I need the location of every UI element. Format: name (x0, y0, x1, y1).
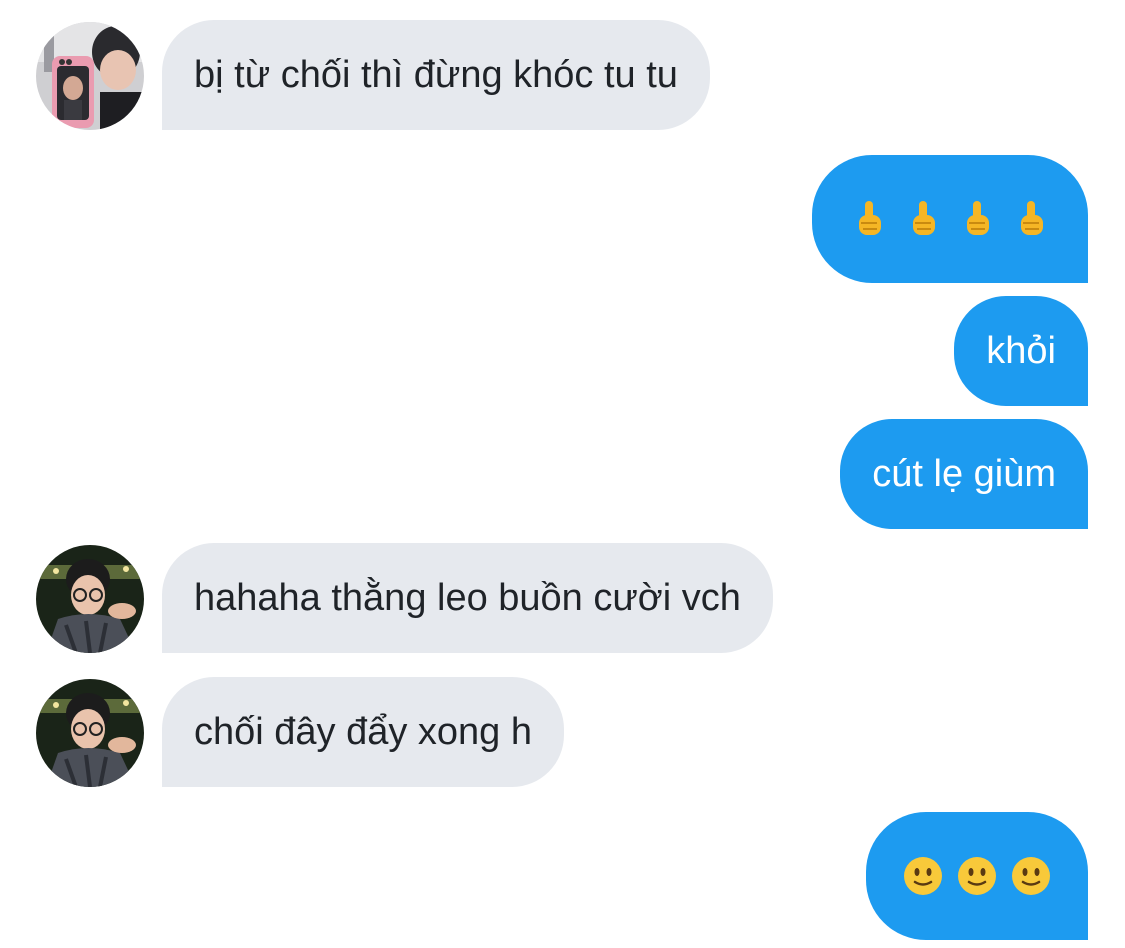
slightly-smiling-face-emoji (958, 857, 996, 895)
middle-finger-emoji (1021, 201, 1043, 235)
message-text: cút lẹ giùm (872, 452, 1056, 495)
emoji-group (853, 199, 1047, 239)
message-bubble-incoming[interactable]: chối đây đẩy xong h (162, 677, 565, 787)
contact-avatar-2[interactable] (36, 679, 144, 787)
contact-avatar-2[interactable] (36, 545, 144, 653)
middle-finger-emoji (967, 201, 989, 235)
message-bubble-outgoing[interactable] (812, 155, 1088, 283)
slightly-smiling-face-emoji (1012, 857, 1050, 895)
middle-finger-emoji (859, 201, 881, 235)
message-bubble-incoming[interactable]: bị từ chối thì đừng khóc tu tu (162, 20, 710, 130)
message-text: chối đây đẩy xong h (194, 710, 533, 753)
message-bubble-outgoing[interactable] (866, 812, 1088, 940)
slightly-smiling-face-emoji (904, 857, 942, 895)
message-text: khỏi (986, 329, 1056, 372)
middle-finger-emoji (913, 201, 935, 235)
message-bubble-outgoing[interactable]: cút lẹ giùm (840, 419, 1088, 529)
message-text: hahaha thằng leo buồn cười vch (194, 576, 741, 619)
contact-avatar-1[interactable] (36, 22, 144, 130)
message-text: bị từ chối thì đừng khóc tu tu (194, 53, 678, 96)
message-bubble-incoming[interactable]: hahaha thằng leo buồn cười vch (162, 543, 773, 653)
message-bubble-outgoing[interactable]: khỏi (954, 296, 1088, 406)
emoji-group (903, 856, 1051, 896)
